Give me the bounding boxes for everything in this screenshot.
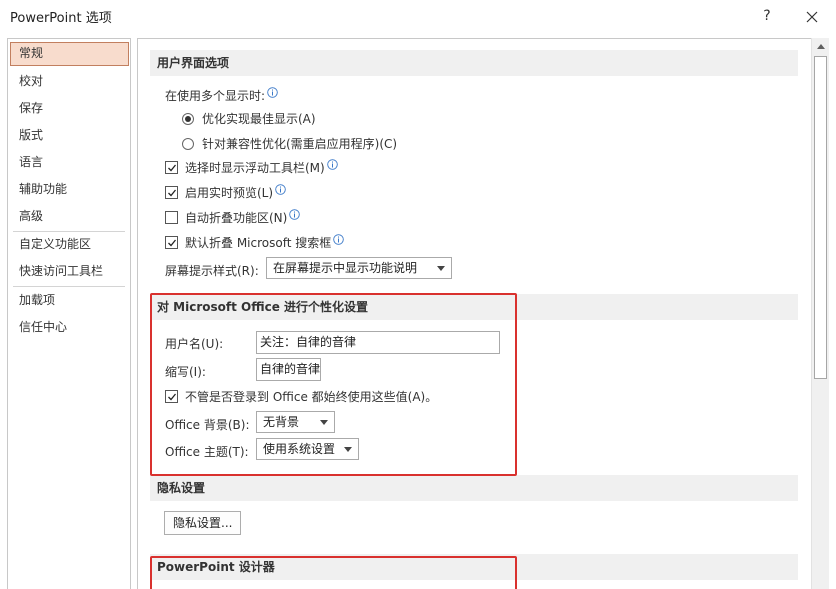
sidebar-item-language[interactable]: 语言 xyxy=(10,151,129,175)
checkbox-mini-toolbar[interactable]: 选择时显示浮动工具栏(M) xyxy=(165,159,338,176)
sidebar-item-addins[interactable]: 加载项 xyxy=(10,289,129,313)
checkbox-mini-toolbar-label: 选择时显示浮动工具栏(M) xyxy=(185,161,325,175)
sidebar-item-customize-ribbon[interactable]: 自定义功能区 xyxy=(10,233,129,257)
sidebar: 常规 校对 保存 版式 语言 辅助功能 高级 自定义功能区 快速访问工具栏 加载… xyxy=(7,38,131,589)
screentip-style-value: 在屏幕提示中显示功能说明 xyxy=(273,261,418,275)
checkmark-icon xyxy=(168,239,177,247)
scroll-up-arrow-icon[interactable] xyxy=(812,38,829,55)
vertical-scrollbar[interactable] xyxy=(811,38,829,589)
highlight-box-personalize xyxy=(150,293,517,476)
sidebar-item-general[interactable]: 常规 xyxy=(10,42,129,66)
sidebar-item-advanced[interactable]: 高级 xyxy=(10,205,129,229)
multi-display-label: 在使用多个显示时: xyxy=(165,89,266,103)
sidebar-item-accessibility[interactable]: 辅助功能 xyxy=(10,178,129,202)
multi-display-label-row: 在使用多个显示时: xyxy=(165,87,278,104)
scrollbar-thumb[interactable] xyxy=(814,56,827,379)
info-icon xyxy=(275,184,286,195)
privacy-settings-button[interactable]: 隐私设置... xyxy=(164,511,242,535)
sidebar-item-trust-center[interactable]: 信任中心 xyxy=(10,316,129,340)
radio-compatibility[interactable]: 针对兼容性优化(需重启应用程序)(C) xyxy=(182,135,397,152)
checkbox[interactable] xyxy=(165,236,178,249)
sidebar-item-save[interactable]: 保存 xyxy=(10,97,129,121)
checkbox[interactable] xyxy=(165,161,178,174)
chevron-down-icon xyxy=(437,266,445,271)
options-content: 用户界面选项 在使用多个显示时: 优化实现最佳显示(A) 针对兼容性优化(需重启… xyxy=(137,38,811,589)
sidebar-divider xyxy=(13,231,125,232)
screentip-label: 屏幕提示样式(R): xyxy=(165,264,259,278)
checkbox-live-preview[interactable]: 启用实时预览(L) xyxy=(165,184,286,201)
close-button[interactable] xyxy=(798,3,826,29)
info-icon xyxy=(267,87,278,98)
checkbox-collapse-ribbon-label: 自动折叠功能区(N) xyxy=(185,211,288,225)
checkmark-icon xyxy=(168,189,177,197)
section-header-privacy: 隐私设置 xyxy=(150,475,798,501)
sidebar-item-layout[interactable]: 版式 xyxy=(10,124,129,148)
checkbox-collapse-search[interactable]: 默认折叠 Microsoft 搜索框 xyxy=(165,234,345,251)
info-icon xyxy=(289,209,301,220)
sidebar-item-quick-access-toolbar[interactable]: 快速访问工具栏 xyxy=(10,260,129,284)
screentip-style-select[interactable]: 在屏幕提示中显示功能说明 xyxy=(266,257,452,279)
radio-button[interactable] xyxy=(182,137,194,150)
info-icon xyxy=(326,159,338,170)
window-title: PowerPoint 选项 xyxy=(10,11,112,26)
title-bar: PowerPoint 选项 ? xyxy=(0,0,836,32)
checkbox-collapse-search-label: 默认折叠 Microsoft 搜索框 xyxy=(185,236,332,250)
close-icon xyxy=(806,11,818,22)
radio-best-display[interactable]: 优化实现最佳显示(A) xyxy=(182,110,316,127)
checkbox[interactable] xyxy=(165,211,178,224)
sidebar-divider xyxy=(13,286,125,287)
checkbox-live-preview-label: 启用实时预览(L) xyxy=(185,186,274,200)
radio-best-display-label: 优化实现最佳显示(A) xyxy=(202,112,316,126)
info-icon xyxy=(333,234,345,245)
checkmark-icon xyxy=(168,164,177,172)
radio-button[interactable] xyxy=(182,112,194,125)
section-header-ui-options: 用户界面选项 xyxy=(150,50,798,76)
radio-compatibility-label: 针对兼容性优化(需重启应用程序)(C) xyxy=(202,137,398,151)
checkbox[interactable] xyxy=(165,186,178,199)
sidebar-item-proofing[interactable]: 校对 xyxy=(10,70,129,94)
help-button[interactable]: ? xyxy=(754,3,780,29)
checkbox-collapse-ribbon[interactable]: 自动折叠功能区(N) xyxy=(165,209,301,226)
highlight-box-designer xyxy=(150,556,517,589)
